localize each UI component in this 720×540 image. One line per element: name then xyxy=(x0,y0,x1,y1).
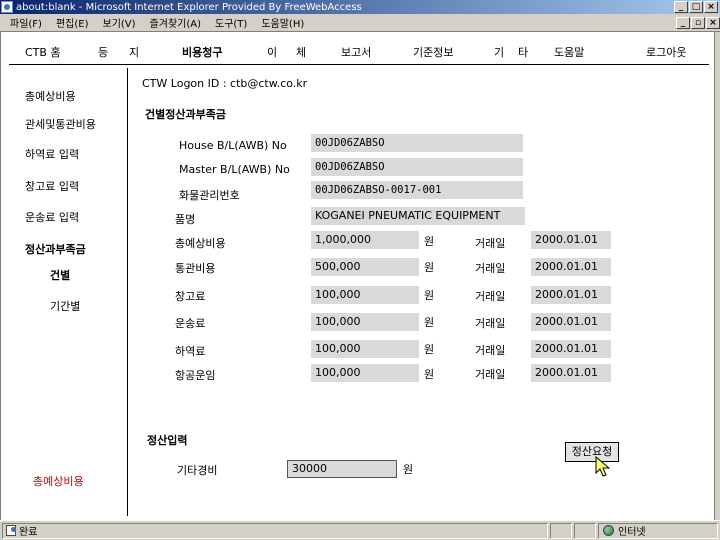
side-divider xyxy=(127,68,128,516)
nav-etc-1[interactable]: 기 xyxy=(494,44,504,60)
zone-text: 인터넷 xyxy=(618,527,646,538)
cost-label: 총예상비용 xyxy=(175,237,226,250)
nav-billing[interactable]: 비용청구 xyxy=(182,44,222,60)
trade-date-label: 거래일 xyxy=(475,262,506,275)
trade-date-label: 거래일 xyxy=(475,290,506,303)
window-title: about:blank - Microsoft Internet Explore… xyxy=(16,1,362,13)
cost-label: 창고료 xyxy=(175,290,206,303)
page-content: CTB 홈 등 지 비용청구 이 체 보고서 기준정보 기 타 도움말 로그아웃… xyxy=(0,32,720,520)
cost-amount: 100,000 xyxy=(311,313,419,331)
side-item-settlement[interactable]: 정산과부족금 xyxy=(25,241,86,257)
menu-view[interactable]: 보기(V) xyxy=(103,15,136,30)
doc-minimize-icon[interactable]: _ xyxy=(676,16,690,29)
nav-etc-2[interactable]: 타 xyxy=(518,44,528,60)
nav-transfer-2[interactable]: 체 xyxy=(296,44,306,60)
menu-favorites[interactable]: 즐겨찾기(A) xyxy=(150,15,201,30)
other-expense-label: 기타경비 xyxy=(177,464,218,477)
doc-restore-icon[interactable]: ▫ xyxy=(691,16,705,29)
status-text: 완료 xyxy=(19,527,38,538)
trade-date-value: 2000.01.01 xyxy=(531,231,611,249)
vertical-scrollbar[interactable] xyxy=(714,32,720,520)
cost-amount: 100,000 xyxy=(311,286,419,304)
trade-date-value: 2000.01.01 xyxy=(531,258,611,276)
cost-unit: 원 xyxy=(424,368,435,381)
nav-help[interactable]: 도움말 xyxy=(554,44,584,60)
trade-date-label: 거래일 xyxy=(475,368,506,381)
nav-ctb-home[interactable]: CTB 홈 xyxy=(25,44,61,60)
trade-date-value: 2000.01.01 xyxy=(531,286,611,304)
section-title: 건별정산과부족금 xyxy=(145,108,226,121)
internet-globe-icon xyxy=(603,525,614,536)
menu-edit[interactable]: 편집(E) xyxy=(56,15,89,30)
maximize-icon[interactable]: □ xyxy=(689,1,703,13)
menu-tools[interactable]: 도구(T) xyxy=(215,15,247,30)
side-item-total-estimate[interactable]: 총예상비용 xyxy=(25,88,76,104)
logon-id: CTW Logon ID : ctb@ctw.co.kr xyxy=(142,77,308,90)
item-name-value: KOGANEI PNEUMATIC EQUIPMENT xyxy=(311,207,525,225)
nav-reports[interactable]: 보고서 xyxy=(341,44,371,60)
cost-amount: 1,000,000 xyxy=(311,231,419,249)
side-item-storage-entry[interactable]: 창고료 입력 xyxy=(25,178,79,194)
security-zone: 인터넷 xyxy=(598,522,718,539)
item-name-label: 품명 xyxy=(175,213,196,226)
trade-date-label: 거래일 xyxy=(475,344,506,357)
master-bl-label: Master B/L(AWB) No xyxy=(179,163,290,176)
other-expense-unit: 원 xyxy=(403,463,414,476)
mouse-pointer-icon xyxy=(595,456,611,477)
cost-amount: 100,000 xyxy=(311,340,419,358)
doc-close-icon[interactable]: × xyxy=(706,16,720,29)
side-item-handling-entry[interactable]: 하역료 입력 xyxy=(25,146,79,162)
side-item-per-case[interactable]: 건별 xyxy=(50,267,70,283)
ie-page-icon xyxy=(1,1,13,13)
nav-register-2[interactable]: 지 xyxy=(129,44,139,60)
cost-unit: 원 xyxy=(424,316,435,329)
cost-unit: 원 xyxy=(424,235,435,248)
nav-transfer-1[interactable]: 이 xyxy=(267,44,277,60)
cost-amount: 100,000 xyxy=(311,364,419,382)
cost-unit: 원 xyxy=(424,343,435,356)
cargo-no-label: 화물관리번호 xyxy=(179,189,240,202)
cargo-no-value: 00JD06ZABSO-0017-001 xyxy=(311,181,523,199)
trade-date-value: 2000.01.01 xyxy=(531,313,611,331)
nav-divider xyxy=(9,64,709,65)
house-bl-label: House B/L(AWB) No xyxy=(179,139,287,152)
side-item-by-period[interactable]: 기간별 xyxy=(50,298,80,314)
other-expense-input[interactable]: 30000 xyxy=(287,460,397,478)
window-titlebar: about:blank - Microsoft Internet Explore… xyxy=(0,0,720,14)
side-item-transport-entry[interactable]: 운송료 입력 xyxy=(25,209,79,225)
settlement-title: 정산입력 xyxy=(147,434,188,447)
cost-label: 항공운임 xyxy=(175,369,216,382)
nav-reference-info[interactable]: 기준정보 xyxy=(413,44,453,60)
close-icon[interactable]: × xyxy=(704,1,718,13)
cost-amount: 500,000 xyxy=(311,258,419,276)
cost-unit: 원 xyxy=(424,289,435,302)
menu-file[interactable]: 파일(F) xyxy=(10,15,42,30)
trade-date-value: 2000.01.01 xyxy=(531,340,611,358)
cost-label: 하역료 xyxy=(175,345,206,358)
nav-register-1[interactable]: 등 xyxy=(98,44,108,60)
side-footer-total-estimate[interactable]: 총예상비용 xyxy=(33,473,84,489)
trade-date-value: 2000.01.01 xyxy=(531,364,611,382)
status-bar: 완료 인터넷 xyxy=(0,520,720,540)
side-item-customs[interactable]: 관세및통관비용 xyxy=(25,116,96,132)
house-bl-value: 00JD06ZABSO xyxy=(311,134,523,152)
minimize-icon[interactable]: _ xyxy=(674,1,688,13)
cost-label: 운송료 xyxy=(175,317,206,330)
menu-help[interactable]: 도움말(H) xyxy=(261,15,304,30)
cost-unit: 원 xyxy=(424,261,435,274)
nav-logout[interactable]: 로그아웃 xyxy=(646,44,686,60)
cost-label: 통관비용 xyxy=(175,262,216,275)
master-bl-value: 00JD06ZABSO xyxy=(311,158,523,176)
trade-date-label: 거래일 xyxy=(475,237,506,250)
trade-date-label: 거래일 xyxy=(475,317,506,330)
page-done-icon xyxy=(6,525,16,536)
top-navigation: CTB 홈 등 지 비용청구 이 체 보고서 기준정보 기 타 도움말 로그아웃 xyxy=(1,44,711,62)
menu-bar: 파일(F) 편집(E) 보기(V) 즐겨찾기(A) 도구(T) 도움말(H) _… xyxy=(0,14,720,32)
